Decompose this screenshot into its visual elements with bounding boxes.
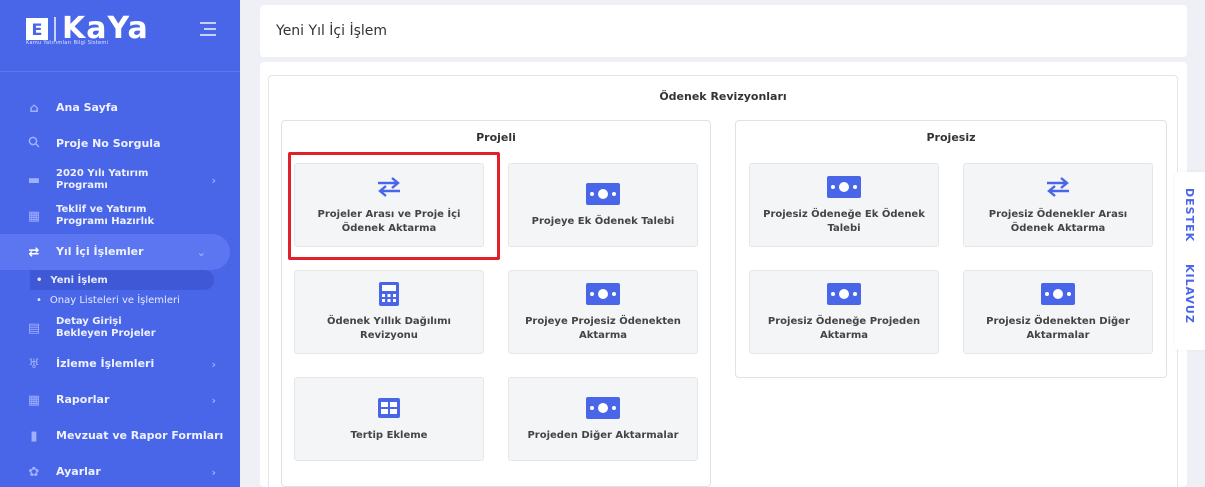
tile-projeye-projesiz-aktarma[interactable]: Projeye Projesiz Ödenekten Aktarma	[508, 270, 698, 354]
money-icon	[586, 181, 620, 207]
tile-label: Projesiz Ödenekten Diğer Aktarmalar	[986, 316, 1130, 341]
tab-kilavuz[interactable]: KILAVUZ	[1183, 264, 1196, 324]
sidebar-item-label: Yıl İçi İşlemler	[56, 245, 144, 258]
brand-subtitle: Kamu Yatırımları Bilgi Sistemi	[26, 40, 109, 46]
group-title: Projesiz	[926, 131, 976, 144]
folder-icon: ▬	[27, 172, 41, 188]
logo-divider	[54, 17, 56, 41]
chart-icon: ▦	[27, 392, 41, 408]
tab-destek[interactable]: DESTEK	[1183, 188, 1196, 242]
panel-title: Ödenek Revizyonları	[659, 90, 787, 103]
money-icon	[827, 281, 861, 307]
file-icon: ▮	[30, 428, 38, 444]
chevron-right-icon: ›	[211, 173, 216, 187]
tile-projeden-diger-aktarmalar[interactable]: Projeden Diğer Aktarmalar	[508, 377, 698, 461]
chart-icon: ▦	[27, 208, 41, 224]
chevron-right-icon: ›	[211, 393, 216, 407]
chevron-right-icon: ›	[211, 465, 216, 479]
tile-label: Projeden Diğer Aktarmalar	[527, 430, 679, 441]
sidebar-item-label: Teklif ve Yatırım Programı Hazırlık	[56, 204, 155, 227]
table-icon	[378, 395, 400, 421]
side-tabs: DESTEK KILAVUZ	[1175, 172, 1205, 350]
tile-label: Projeye Projesiz Ödenekten Aktarma	[525, 316, 681, 341]
bullet-icon: •	[36, 294, 42, 306]
tile-projesiz-odenekler-arasi[interactable]: Projesiz Ödenekler Arası Ödenek Aktarma	[963, 163, 1153, 247]
sidebar-item-label: Ana Sayfa	[56, 101, 118, 114]
group-title: Projeli	[476, 131, 516, 144]
sidebar-divider	[0, 58, 240, 72]
tile-odenek-yillik-dagilimi[interactable]: Ödenek Yıllık Dağılımı Revizyonu	[294, 270, 484, 354]
sidebar-item-yil-ici-islemler[interactable]: ⇄ Yıl İçi İşlemler ⌄	[0, 234, 230, 270]
money-icon	[827, 174, 861, 200]
calculator-icon	[379, 281, 399, 307]
chevron-down-icon: ⌄	[196, 245, 206, 259]
sidebar-item-label: Raporlar	[56, 393, 110, 406]
sidebar-item-yatirim-programi[interactable]: ▬ 2020 Yılı Yatırım Programı ›	[0, 162, 240, 198]
tile-projesiz-projeden-aktarma[interactable]: Projesiz Ödeneğe Projeden Aktarma	[749, 270, 939, 354]
page-title: Yeni Yıl İçi İşlem	[276, 23, 388, 39]
sidebar-item-ayarlar[interactable]: ✿ Ayarlar ›	[0, 454, 240, 487]
menu-toggle-icon[interactable]	[200, 22, 216, 36]
tile-label: Ödenek Yıllık Dağılımı Revizyonu	[327, 316, 451, 341]
sidebar-item-label: Detay Girişi Bekleyen Projeler	[56, 316, 156, 339]
sidebar-item-detay-girisi[interactable]: ▤ Detay Girişi Bekleyen Projeler	[0, 310, 240, 346]
sidebar-nav: ⌂ Ana Sayfa Proje No Sorgula ▬ 2020 Yılı…	[0, 72, 240, 487]
sidebar-subitem-label: Yeni İşlem	[50, 274, 108, 286]
logo-mark-icon: E	[26, 18, 48, 40]
search-icon	[26, 136, 42, 152]
money-icon	[1041, 281, 1075, 307]
sidebar-item-raporlar[interactable]: ▦ Raporlar ›	[0, 382, 240, 418]
tile-projeye-ek-odenek[interactable]: Projeye Ek Ödenek Talebi	[508, 163, 698, 247]
tile-label: Projesiz Ödeneğe Ek Ödenek Talebi	[763, 209, 925, 234]
sidebar-item-teklif[interactable]: ▦ Teklif ve Yatırım Programı Hazırlık	[0, 198, 240, 234]
brand[interactable]: E KaYa Kamu Yatırımları Bilgi Sistemi	[0, 0, 240, 58]
sidebar-item-proje-no-sorgula[interactable]: Proje No Sorgula	[0, 126, 240, 162]
tile-label: Projesiz Ödeneğe Projeden Aktarma	[767, 316, 921, 341]
sidebar-subitem-yeni-islem[interactable]: • Yeni İşlem	[30, 270, 214, 290]
bullet-icon: •	[36, 274, 43, 286]
sidebar-item-label: Ayarlar	[56, 465, 101, 478]
sidebar-item-ana-sayfa[interactable]: ⌂ Ana Sayfa	[0, 90, 240, 126]
exchange-icon: ⇄	[28, 244, 40, 260]
sidebar: E KaYa Kamu Yatırımları Bilgi Sistemi ⌂ …	[0, 0, 240, 487]
tile-tertip-ekleme[interactable]: Tertip Ekleme	[294, 377, 484, 461]
money-icon	[586, 281, 620, 307]
home-icon: ⌂	[29, 100, 39, 116]
sidebar-item-izleme[interactable]: ♅ İzleme İşlemleri ›	[0, 346, 240, 382]
sidebar-item-label: İzleme İşlemleri	[56, 357, 155, 370]
list-icon: ▤	[27, 320, 41, 336]
tile-label: Tertip Ekleme	[350, 430, 428, 441]
sidebar-item-mevzuat[interactable]: ▮ Mevzuat ve Rapor Formları	[0, 418, 240, 454]
sidebar-subitem-label: Onay Listeleri ve İşlemleri	[49, 294, 180, 306]
exchange-icon	[1045, 174, 1071, 200]
highlight-annotation	[288, 152, 500, 260]
tile-projesiz-diger-aktarmalar[interactable]: Projesiz Ödenekten Diğer Aktarmalar	[963, 270, 1153, 354]
sidebar-subitem-onay-listeleri[interactable]: • Onay Listeleri ve İşlemleri	[0, 290, 240, 310]
tile-label: Projeye Ek Ödenek Talebi	[531, 216, 675, 227]
sidebar-item-label: Proje No Sorgula	[56, 137, 161, 150]
binoculars-icon: ♅	[28, 356, 40, 372]
chevron-right-icon: ›	[211, 357, 216, 371]
money-icon	[586, 395, 620, 421]
gear-icon: ✿	[28, 464, 40, 480]
page-header: Yeni Yıl İçi İşlem	[260, 5, 1187, 57]
sidebar-item-label: Mevzuat ve Rapor Formları	[56, 429, 224, 442]
tile-label: Projesiz Ödenekler Arası Ödenek Aktarma	[988, 209, 1128, 234]
sidebar-item-label: 2020 Yılı Yatırım Programı	[56, 168, 149, 191]
tile-projesiz-ek-odenek[interactable]: Projesiz Ödeneğe Ek Ödenek Talebi	[749, 163, 939, 247]
